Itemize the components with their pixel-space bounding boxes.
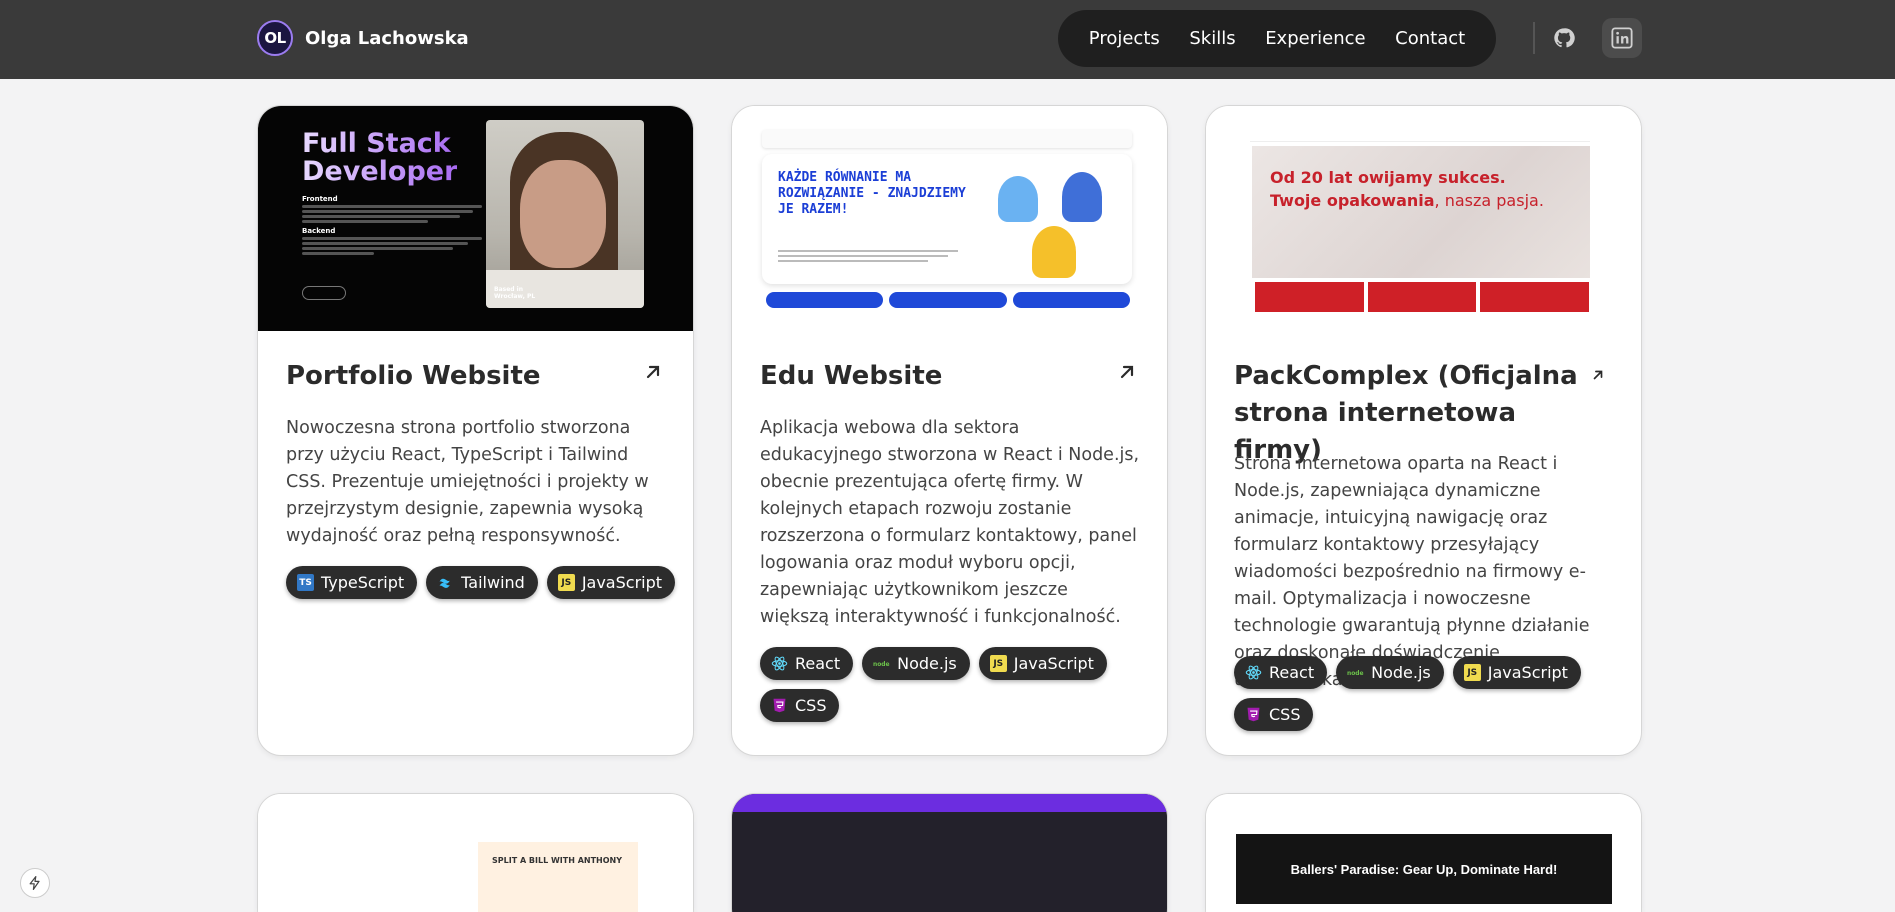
thumb-hero: KAŻDE RÓWNANIE MA ROZWIĄZANIE - ZNAJDZIE… (762, 154, 1132, 284)
thumb-button (302, 286, 346, 300)
project-card-edu[interactable]: KAŻDE RÓWNANIE MA ROZWIĄZANIE - ZNAJDZIE… (731, 105, 1168, 756)
project-card-split-bill[interactable]: SPLIT A BILL WITH ANTHONY (257, 793, 694, 912)
top-header: OL Olga Lachowska Projects Skills Experi… (0, 0, 1895, 79)
project-thumbnail: KAŻDE RÓWNANIE MA ROZWIĄZANIE - ZNAJDZIE… (732, 106, 1167, 331)
nodejs-icon: node (1347, 670, 1364, 677)
thumb-heading: Full Stack Developer (302, 128, 458, 187)
react-icon (771, 656, 788, 671)
main-nav: Projects Skills Experience Contact (1058, 10, 1496, 67)
project-thumbnail (732, 794, 1167, 912)
react-icon (1245, 665, 1262, 680)
tag-nodejs: node Node.js (1336, 656, 1444, 689)
github-icon (1554, 28, 1575, 48)
project-thumbnail: Od 20 lat owijamy sukces. Twoje opakowan… (1206, 106, 1641, 331)
nav-divider (1533, 22, 1535, 54)
nav-projects[interactable]: Projects (1089, 28, 1160, 49)
lightning-icon (29, 876, 40, 890)
linkedin-link[interactable] (1602, 18, 1642, 58)
tech-tags: React node Node.js JS JavaScript CSS (760, 647, 1150, 722)
project-description: Nowoczesna strona portfolio stworzona pr… (286, 418, 649, 546)
thumb-navbar (1250, 126, 1590, 142)
project-thumbnail: Ballers' Paradise: Gear Up, Dominate Har… (1206, 794, 1641, 912)
css-icon (1247, 707, 1260, 722)
css-icon (773, 698, 786, 713)
thumb-text-block: Frontend Backend (302, 191, 482, 257)
svg-text:node: node (1347, 670, 1364, 677)
javascript-icon: JS (989, 655, 1007, 672)
nav-skills[interactable]: Skills (1189, 28, 1235, 49)
thumb-subheadline: Twoje opakowania, nasza pasja. (1270, 191, 1544, 210)
tag-javascript: JS JavaScript (546, 566, 676, 599)
photo-location: Based in Wrocław, PL (494, 286, 536, 300)
thumb-headline: Od 20 lat owijamy sukces. (1270, 168, 1506, 187)
brand[interactable]: OL Olga Lachowska (257, 20, 469, 56)
tag-react: React (1234, 656, 1328, 689)
external-link-arrow-icon[interactable] (643, 362, 663, 382)
tech-tags: React node Node.js JS JavaScript CSS (1234, 656, 1624, 731)
ballers-hero: Ballers' Paradise: Gear Up, Dominate Har… (1236, 834, 1612, 904)
tag-tailwind: Tailwind (426, 566, 538, 599)
profile-photo: Based in Wrocław, PL (486, 120, 644, 308)
svg-text:node: node (873, 661, 890, 668)
tag-javascript: JS JavaScript (978, 647, 1107, 680)
project-title: Edu Website (760, 361, 943, 391)
avatar: OL (257, 20, 293, 56)
project-card-ballers[interactable]: Ballers' Paradise: Gear Up, Dominate Har… (1205, 793, 1642, 912)
thumb-pills (766, 292, 1130, 308)
github-link[interactable] (1544, 18, 1584, 58)
project-thumbnail: SPLIT A BILL WITH ANTHONY (258, 794, 693, 912)
tag-typescript: TS TypeScript (286, 566, 418, 599)
tag-css: CSS (760, 689, 840, 722)
thumb-navbar (762, 130, 1132, 148)
linkedin-icon (1611, 27, 1633, 49)
project-title: Portfolio Website (286, 361, 541, 391)
tech-tags: TS TypeScript Tailwind JS JavaScript (286, 566, 676, 599)
split-bill-panel: SPLIT A BILL WITH ANTHONY (478, 842, 638, 912)
project-description: Aplikacja webowa dla sektora edukacyjneg… (760, 418, 1140, 627)
external-link-arrow-icon[interactable] (1591, 368, 1605, 382)
project-thumbnail: Full Stack Developer Frontend Backend Bas… (258, 106, 693, 331)
tag-javascript: JS JavaScript (1452, 656, 1581, 689)
brand-name: Olga Lachowska (305, 27, 469, 49)
thumb-hero: Od 20 lat owijamy sukces. Twoje opakowan… (1252, 146, 1590, 278)
quick-action-button[interactable] (20, 868, 50, 898)
tag-nodejs: node Node.js (862, 647, 970, 680)
nav-experience[interactable]: Experience (1265, 28, 1365, 49)
typescript-icon: TS (297, 574, 314, 591)
tailwind-icon (439, 578, 450, 588)
thumb-feature-boxes (1255, 282, 1590, 312)
project-card-packcomplex[interactable]: Od 20 lat owijamy sukces. Twoje opakowan… (1205, 105, 1642, 756)
nav-contact[interactable]: Contact (1395, 28, 1465, 49)
thumb-headline: KAŻDE RÓWNANIE MA ROZWIĄZANIE - ZNAJDZIE… (778, 170, 966, 217)
javascript-icon: JS (1463, 664, 1481, 681)
tag-css: CSS (1234, 698, 1314, 731)
project-card-dark-app[interactable] (731, 793, 1168, 912)
nodejs-icon: node (873, 661, 890, 668)
tag-react: React (760, 647, 854, 680)
javascript-icon: JS (557, 574, 575, 591)
project-card-portfolio[interactable]: Full Stack Developer Frontend Backend Bas… (257, 105, 694, 756)
external-link-arrow-icon[interactable] (1117, 362, 1137, 382)
